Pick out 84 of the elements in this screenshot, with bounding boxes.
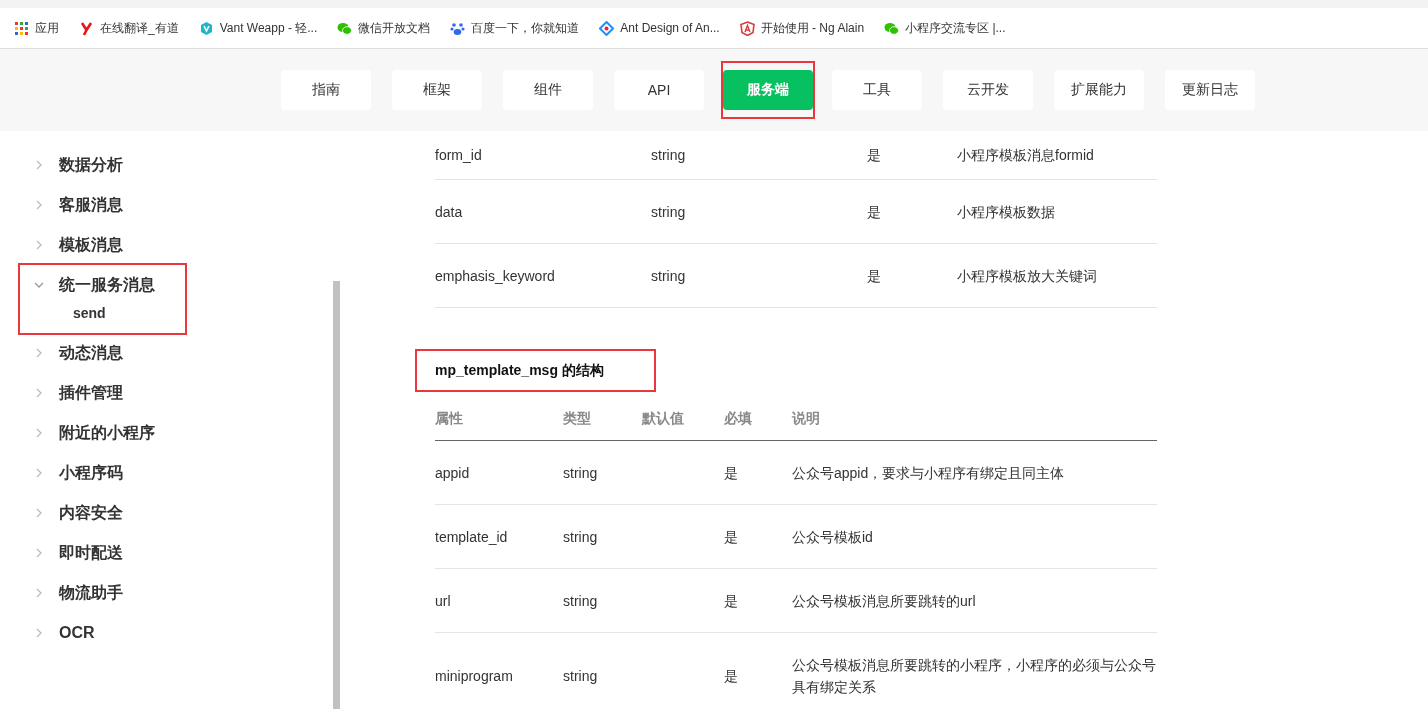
table-cell-text: string [563, 591, 599, 611]
table-cell-text: 是 [867, 266, 882, 286]
sidebar-item[interactable]: 统一服务消息 [20, 265, 185, 305]
table-cell-text: 是 [867, 146, 882, 165]
scrollbar[interactable] [333, 281, 340, 709]
table-cell-text: form_id [435, 146, 483, 165]
site-icon [599, 20, 615, 36]
sidebar-item[interactable]: OCR [20, 613, 185, 653]
table-cell-text: miniprogram [435, 666, 514, 686]
bookmark-link[interactable]: 小程序交流专区 |... [884, 19, 1006, 37]
site-icon [450, 20, 466, 36]
sidebar-item[interactable]: 客服消息 [20, 185, 185, 225]
column-header: 必填 [724, 410, 753, 428]
table-cell-text: appid [435, 463, 471, 483]
bookmark-link[interactable]: 百度一下，你就知道 [450, 19, 580, 37]
table-cell-text: string [563, 666, 599, 686]
chevron-right-icon [34, 428, 44, 438]
chevron-right-icon [34, 548, 44, 558]
sidebar-item[interactable]: 动态消息 [20, 333, 185, 373]
chevron-right-icon [34, 468, 44, 478]
table-cell-text: url [435, 591, 452, 611]
nav-tab[interactable]: 框架 [392, 70, 482, 110]
site-icon [884, 20, 900, 36]
sidebar-item[interactable]: 附近的小程序 [20, 413, 185, 453]
sidebar-item[interactable]: 数据分析 [20, 145, 185, 185]
table-cell-text: string [651, 146, 687, 165]
nav-tab[interactable]: API [614, 70, 704, 110]
sidebar-item[interactable]: 即时配送 [20, 533, 185, 573]
chevron-down-icon [34, 280, 44, 290]
sidebar-item[interactable]: 插件管理 [20, 373, 185, 413]
nav-tab[interactable]: 更新日志 [1165, 70, 1255, 110]
table-cell-text: data [435, 202, 464, 222]
bookmark-link[interactable]: Vant Weapp - 轻... [198, 19, 318, 37]
table-cell-text: template_id [435, 527, 509, 547]
bookmark-link[interactable]: 开始使用 - Ng Alain [739, 19, 865, 37]
table-cell-text: 小程序模板数据 [957, 202, 1056, 222]
chevron-right-icon [34, 240, 44, 250]
section-heading: mp_template_msg 的结构 [435, 362, 604, 380]
table-cell-text: 公众号appid，要求与小程序有绑定且同主体 [792, 463, 1066, 483]
bookmark-link[interactable]: Ant Design of An... [599, 20, 720, 36]
bookmark-link[interactable]: 在线翻译_有道 [79, 19, 179, 37]
sidebar-item[interactable]: 模板消息 [20, 225, 185, 265]
sidebar-item[interactable]: 小程序码 [20, 453, 185, 493]
column-header: 类型 [563, 410, 592, 428]
site-icon [198, 20, 214, 36]
table-cell-text: 是 [724, 591, 739, 611]
table-cell-text: string [651, 266, 687, 286]
chevron-right-icon [34, 160, 44, 170]
table-cell-text: string [563, 527, 599, 547]
table-cell-text: emphasis_keyword [435, 266, 556, 286]
chevron-right-icon [34, 508, 44, 518]
apps-grid-icon [14, 20, 29, 36]
chevron-right-icon [34, 588, 44, 598]
chevron-right-icon [34, 388, 44, 398]
nav-tab[interactable]: 云开发 [943, 70, 1033, 110]
bookmark-link[interactable]: 微信开放文档 [337, 19, 431, 37]
sidebar-subitem[interactable]: send [20, 305, 185, 333]
site-icon [79, 20, 94, 36]
table-cell-text: 公众号模板消息所要跳转的url [792, 591, 977, 611]
table-cell-text: string [651, 202, 687, 222]
table-cell-text: 公众号模板id [792, 527, 874, 547]
sidebar-item[interactable]: 物流助手 [20, 573, 185, 613]
table-cell-text: 是 [724, 666, 739, 686]
table-cell-text: 公众号模板消息所要跳转的小程序，小程序的必须与公众号具有绑定关系 [792, 655, 1157, 697]
table-cell-text: 是 [724, 463, 739, 483]
column-header: 默认值 [642, 410, 685, 428]
table-cell-text: string [563, 463, 599, 483]
site-icon [337, 20, 353, 36]
bookmark-link[interactable]: 应用 [14, 19, 59, 37]
nav-tab[interactable]: 扩展能力 [1054, 70, 1144, 110]
sidebar-item[interactable]: 内容安全 [20, 493, 185, 533]
chevron-right-icon [34, 348, 44, 358]
nav-tab[interactable]: 工具 [832, 70, 922, 110]
column-header: 说明 [792, 410, 821, 428]
chevron-right-icon [34, 628, 44, 638]
table-cell-text: 小程序模板消息formid [957, 146, 1095, 165]
table-cell-text: 是 [867, 202, 882, 222]
column-header: 属性 [435, 410, 464, 428]
table-cell-text: 小程序模板放大关键词 [957, 266, 1098, 286]
chevron-right-icon [34, 200, 44, 210]
site-icon [739, 20, 755, 36]
table-cell-text: 是 [724, 527, 739, 547]
nav-tab[interactable]: 指南 [281, 70, 371, 110]
nav-tab[interactable]: 组件 [503, 70, 593, 110]
